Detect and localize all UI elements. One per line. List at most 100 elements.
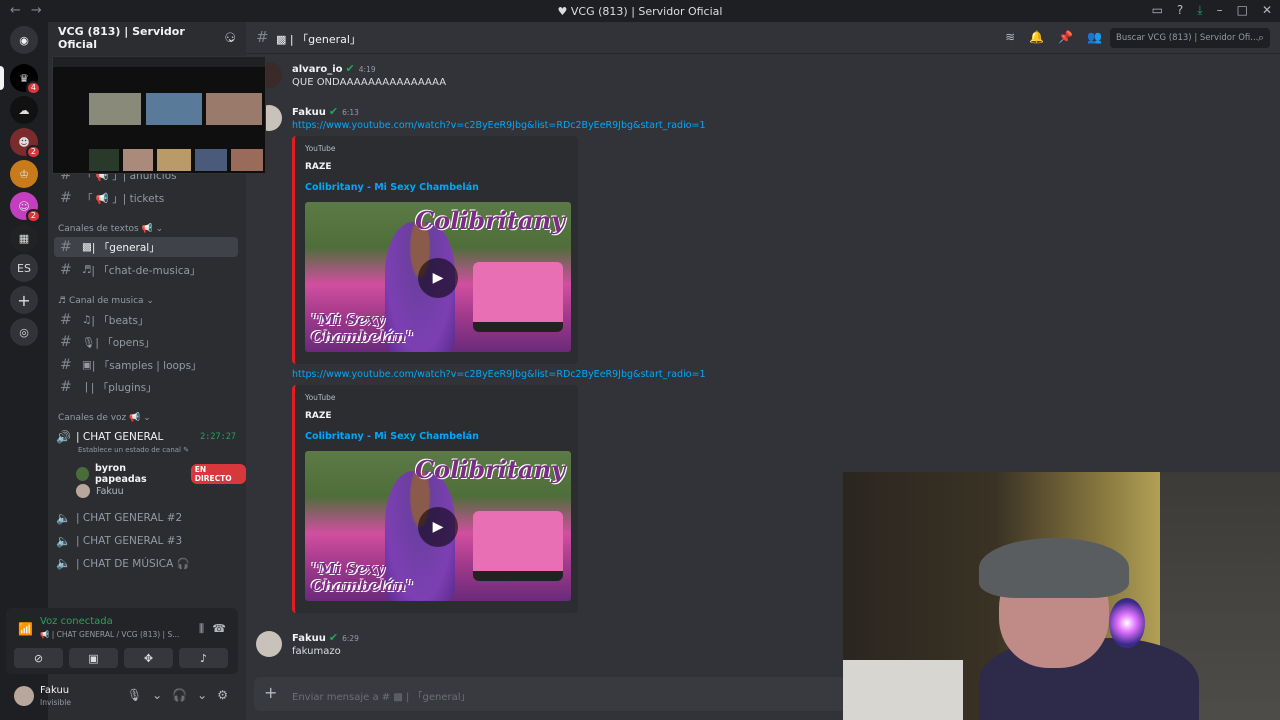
hash-icon: # — [60, 262, 72, 278]
preview-thumbnail — [89, 93, 141, 125]
message-text: QUE ONDAAAAAAAAAAAAAAA — [292, 77, 447, 88]
threads-icon[interactable]: ≋ — [1005, 30, 1015, 44]
voice-channel-3[interactable]: 🔈 | CHAT GENERAL #3 — [56, 531, 240, 551]
video-thumbnail[interactable]: Colibritany "Mi Sexy Chambelán" ▶ — [305, 202, 571, 352]
webcam-overlay — [843, 472, 1280, 720]
preview-thumbnail — [231, 149, 263, 171]
screen-share-button[interactable]: ▣ — [69, 648, 118, 668]
play-icon[interactable]: ▶ — [418, 507, 458, 547]
avatar[interactable] — [256, 631, 282, 657]
voice-user-fakuu[interactable]: Fakuu — [76, 484, 124, 498]
add-server-icon[interactable]: + — [10, 286, 38, 314]
mention-badge: 2 — [25, 145, 41, 159]
video-thumbnail[interactable]: Colibritany "Mi Sexy Chambelán" ▶ — [305, 451, 571, 601]
thumbnail-truck — [473, 262, 563, 332]
webcam-person — [939, 518, 1199, 720]
channel-title: ▩ | 「general」 — [276, 33, 361, 46]
maximize-icon[interactable]: □ — [1237, 3, 1248, 18]
message-composer[interactable]: + Enviar mensaje a # ▩ | 「general」 — [254, 677, 874, 711]
explore-icon[interactable]: ◎ — [10, 318, 38, 346]
close-icon[interactable]: ✕ — [1262, 3, 1272, 18]
channel-plugins[interactable]: # ❘ | 「plugins」 — [54, 377, 238, 397]
minimize-icon[interactable]: – — [1217, 3, 1223, 18]
soundboard-button[interactable]: ♪ — [179, 648, 228, 668]
preview-thumbnail — [157, 149, 191, 171]
disconnect-icon[interactable]: ☎ — [212, 622, 226, 635]
server-icon-2[interactable]: ☁ — [10, 96, 38, 124]
inbox-icon[interactable]: ▭ — [1152, 3, 1163, 18]
message-link[interactable]: https://www.youtube.com/watch?v=c2ByEeR9… — [292, 120, 706, 131]
settings-gear-icon[interactable]: ⚙ — [217, 688, 228, 702]
play-icon[interactable]: ▶ — [418, 258, 458, 298]
help-icon[interactable]: ? — [1177, 3, 1183, 18]
chevron-down-icon[interactable]: ⌄ — [152, 688, 162, 702]
titlebar-controls: ▭ ? ⤓ – □ ✕ — [1152, 3, 1272, 18]
channel-opens[interactable]: # 🎙 | 「opens」 — [54, 332, 238, 352]
preview-thumbnail — [206, 93, 262, 125]
preview-browser-bar — [53, 57, 265, 67]
channel-general[interactable]: # ▩ | 「general」 — [54, 237, 238, 257]
bell-icon[interactable]: 🔔 — [1029, 30, 1044, 44]
chat-header: # ▩ | 「general」 ≋ 🔔 📌 👥 Buscar VCG (813)… — [246, 22, 1280, 54]
message-author[interactable]: Fakuu ✔ 6:13 — [292, 105, 359, 118]
channel-beats[interactable]: # ♫ | 「beats」 — [54, 310, 238, 330]
channel-emoji-icon: ▩ — [82, 241, 92, 253]
beats-icon: ♫ — [82, 314, 92, 326]
camera-off-button[interactable]: ⊘ — [14, 648, 63, 668]
message-link[interactable]: https://www.youtube.com/watch?v=c2ByEeR9… — [292, 369, 706, 380]
avatar[interactable] — [14, 686, 34, 706]
voice-channel-2[interactable]: 🔈 | CHAT GENERAL #2 — [56, 508, 240, 528]
category-music[interactable]: ♬ Canal de musica ⌄ — [58, 296, 154, 306]
avatar — [76, 467, 89, 481]
channel-chat-de-musica[interactable]: # ♬ | 「chat-de-musica」 — [54, 260, 238, 280]
channel-samples[interactable]: # ▣ | 「samples | loops」 — [54, 355, 238, 375]
speaker-icon: 🔈 — [56, 534, 71, 548]
message-author[interactable]: Fakuu ✔ 6:29 — [292, 631, 359, 644]
speaker-icon: 🔈 — [56, 556, 71, 570]
search-input[interactable]: Buscar VCG (813) | Servidor Ofi... ⌕ — [1110, 28, 1270, 48]
message-text: fakumazo — [292, 646, 341, 657]
voice-channel-chat-general[interactable]: 🔊 | CHAT GENERAL 2:27:27 — [56, 427, 240, 447]
verified-icon: ✔ — [328, 105, 339, 118]
server-icon-5[interactable]: ☺ 2 — [10, 192, 41, 223]
category-text[interactable]: Canales de textos 📢 ⌄ — [58, 224, 163, 234]
pin-icon[interactable]: 📌 — [1058, 30, 1073, 44]
hash-icon: # — [60, 239, 72, 255]
server-icon-vcg[interactable]: ♛ 4 — [10, 64, 41, 95]
speaker-icon: 🔊 — [56, 430, 71, 444]
live-badge: EN DIRECTO — [190, 464, 246, 484]
mic-icon[interactable]: 🎙 — [127, 688, 142, 702]
download-icon[interactable]: ⤓ — [1197, 3, 1202, 18]
invite-people-icon[interactable]: ⚇ — [224, 31, 236, 46]
headphones-icon[interactable]: 🎧 — [172, 688, 187, 702]
noise-suppression-icon[interactable]: ⫼ — [199, 622, 204, 636]
voice-status-hint[interactable]: Establece un estado de canal ✎ — [78, 446, 189, 454]
server-icon-4[interactable]: ♔ — [10, 160, 38, 188]
verified-icon: ✔ — [345, 62, 355, 75]
screen-share-preview[interactable] — [52, 56, 266, 174]
plug-icon: ❘ — [82, 381, 91, 393]
voice-channel-musica[interactable]: 🔈 | CHAT DE MÚSICA 🎧 — [56, 553, 240, 573]
message-author[interactable]: alvaro_io ✔ 4:19 — [292, 62, 376, 75]
chevron-down-icon[interactable]: ⌄ — [197, 688, 207, 702]
server-header[interactable]: VCG (813) | Servidor Oficial ⌄ ⚇ — [48, 22, 246, 54]
voice-user-byron[interactable]: byron papeadas EN DIRECTO — [76, 463, 246, 485]
hash-icon: # — [60, 190, 72, 206]
server-icon-es[interactable]: ES — [10, 254, 38, 282]
user-panel: Fakuu Invisible 🎙 ⌄ 🎧 ⌄ ⚙ — [6, 678, 238, 714]
youtube-embed: YouTube RAZE Colibritany - Mi Sexy Chamb… — [292, 136, 578, 364]
server-icon-3[interactable]: ☻ 2 — [10, 128, 41, 159]
add-attachment-icon[interactable]: + — [264, 683, 277, 702]
server-icon-6[interactable]: ▦ — [10, 224, 38, 252]
category-voice[interactable]: Canales de voz 📢 ⌄ — [58, 413, 151, 423]
activities-button[interactable]: ✥ — [124, 648, 173, 668]
mention-badge: 2 — [25, 209, 41, 223]
member-list-icon[interactable]: 👥 — [1087, 30, 1102, 44]
youtube-embed: YouTube RAZE Colibritany - Mi Sexy Chamb… — [292, 385, 578, 613]
discord-home-icon[interactable]: ◉ — [10, 26, 38, 54]
signal-icon[interactable]: 📶 — [18, 622, 33, 636]
headphones-icon — [1109, 598, 1145, 648]
channel-tickets[interactable]: # 「 📢 」| tickets — [54, 188, 238, 208]
voice-timer: 2:27:27 — [200, 432, 236, 442]
avatar — [76, 484, 90, 498]
